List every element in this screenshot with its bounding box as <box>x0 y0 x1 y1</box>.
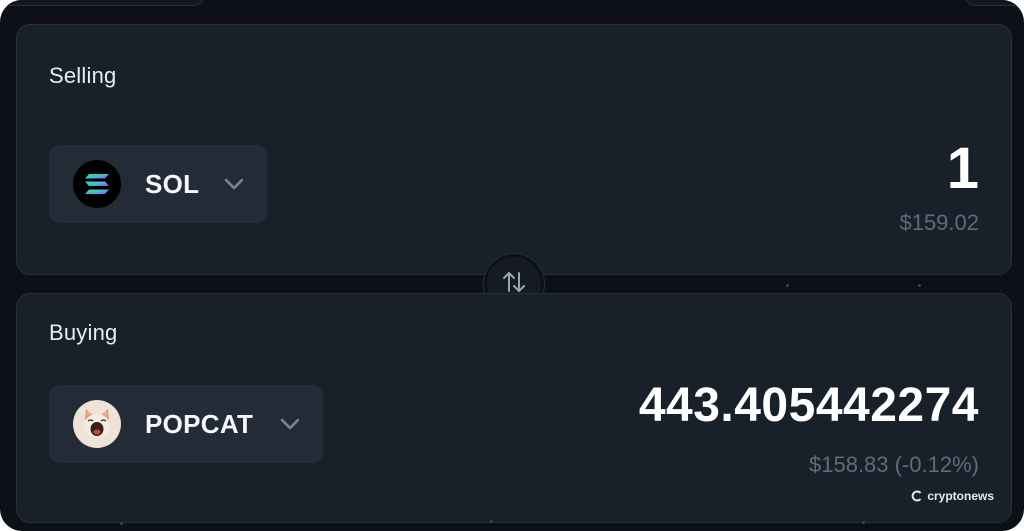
buying-panel: Buying POPCAT 443.405442274 $158.83 (-0.… <box>16 293 1012 523</box>
background-dot <box>862 521 865 524</box>
selling-label: Selling <box>49 63 117 88</box>
solana-logo-icon <box>73 160 121 208</box>
top-tab-edge-right <box>964 0 1024 6</box>
buy-amount[interactable]: 443.405442274 <box>639 378 979 433</box>
background-dot <box>786 284 789 287</box>
watermark-text: cryptonews <box>927 489 994 503</box>
chevron-down-icon <box>279 417 301 431</box>
sell-token-symbol: SOL <box>145 168 200 199</box>
top-tab-edge <box>0 0 205 6</box>
buy-token-selector[interactable]: POPCAT <box>49 385 323 463</box>
swap-widget: Selling SOL 1 $159.02 Buying POPCAT 443.… <box>0 0 1024 531</box>
sell-usd-value: $159.02 <box>899 210 979 235</box>
cryptonews-logo-icon <box>912 490 922 502</box>
popcat-logo-icon <box>73 400 121 448</box>
chevron-down-icon <box>223 177 245 191</box>
background-dot <box>918 284 921 287</box>
buy-usd-value: $158.83 (-0.12%) <box>809 452 979 477</box>
background-dot <box>120 522 123 525</box>
sell-amount[interactable]: 1 <box>947 135 979 202</box>
buy-token-symbol: POPCAT <box>145 408 254 439</box>
selling-panel: Selling SOL 1 $159.02 <box>16 24 1012 275</box>
watermark: cryptonews <box>911 489 994 503</box>
sell-token-selector[interactable]: SOL <box>49 145 267 223</box>
buying-label: Buying <box>49 320 118 345</box>
background-dot <box>490 520 493 523</box>
